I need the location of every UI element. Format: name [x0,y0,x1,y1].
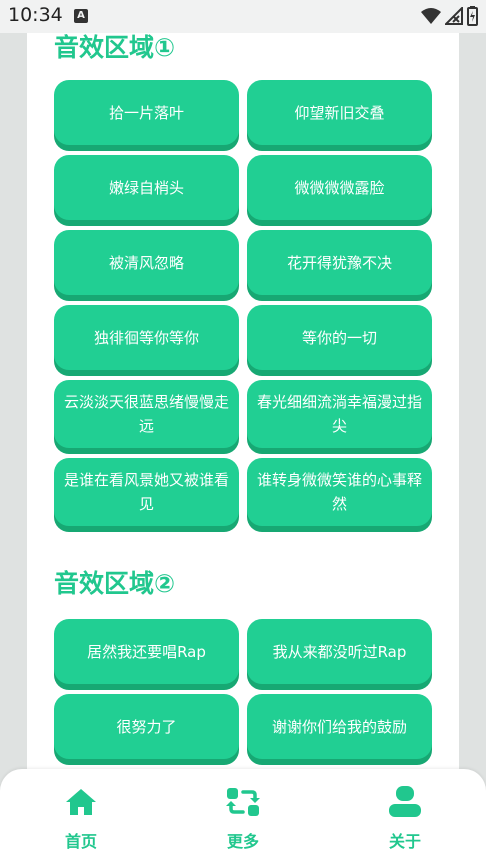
sound-button-13[interactable]: 居然我还要唱Rap [54,619,239,684]
section2-title: 音效区域② [54,569,176,598]
section1-grid: 拾一片落叶 仰望新旧交叠 嫩绿自梢头 微微微微露脸 被清风忽略 花开得犹豫不决 … [54,80,432,526]
nav-more[interactable]: 更多 [193,769,293,864]
status-bar: 10:34 A [0,0,486,33]
sound-button-11[interactable]: 是谁在看风景她又被谁看见 [54,458,239,526]
nav-about-label: 关于 [388,832,421,851]
signal-icon [445,7,463,25]
sound-button-7[interactable]: 独徘徊等你等你 [54,305,239,370]
sound-button-12[interactable]: 谁转身微微笑谁的心事释然 [247,458,432,526]
background-left [0,33,27,864]
nav-more-label: 更多 [226,832,259,851]
nav-about[interactable]: 关于 [355,769,455,864]
refresh-icon [226,788,260,816]
sound-button-10[interactable]: 春光细细流淌幸福漫过指尖 [247,380,432,448]
main-card: 音效区域① 拾一片落叶 仰望新旧交叠 嫩绿自梢头 微微微微露脸 被清风忽略 花开… [27,33,459,864]
sound-button-5[interactable]: 被清风忽略 [54,230,239,295]
sound-button-16[interactable]: 谢谢你们给我的鼓励 [247,694,432,759]
battery-icon [467,6,478,26]
sound-button-3[interactable]: 嫩绿自梢头 [54,155,239,220]
notification-icon: A [74,9,88,23]
bottom-nav: 首页 更多 关于 [0,769,486,864]
status-icons [421,6,478,26]
background-right [459,33,486,864]
person-icon [389,786,421,817]
sound-button-2[interactable]: 仰望新旧交叠 [247,80,432,145]
sound-button-4[interactable]: 微微微微露脸 [247,155,432,220]
wifi-icon [421,8,441,24]
home-icon [66,789,96,815]
sound-button-9[interactable]: 云淡淡天很蓝思绪慢慢走远 [54,380,239,448]
sound-button-15[interactable]: 很努力了 [54,694,239,759]
section1-title: 音效区域① [54,33,176,62]
status-time: 10:34 [8,4,63,26]
nav-home-label: 首页 [64,832,97,851]
sound-button-6[interactable]: 花开得犹豫不决 [247,230,432,295]
sound-button-8[interactable]: 等你的一切 [247,305,432,370]
sound-button-1[interactable]: 拾一片落叶 [54,80,239,145]
sound-button-14[interactable]: 我从来都没听过Rap [247,619,432,684]
nav-home[interactable]: 首页 [31,769,131,864]
section2-grid: 居然我还要唱Rap 我从来都没听过Rap 很努力了 谢谢你们给我的鼓励 [54,619,432,759]
